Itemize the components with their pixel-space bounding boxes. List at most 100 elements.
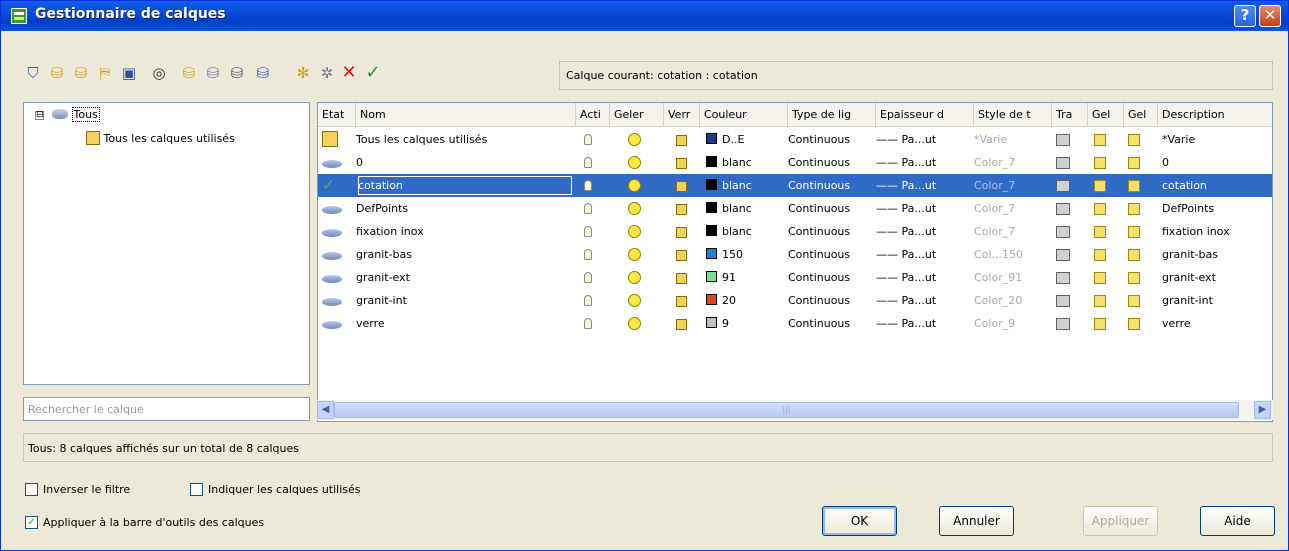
layer-plot-toggle[interactable] <box>1056 266 1080 289</box>
layer-status[interactable] <box>322 151 354 174</box>
layer-lineweight[interactable]: —— Pa...ut <box>876 312 972 335</box>
layer-vp-freeze[interactable] <box>1094 220 1116 243</box>
layer-vp-freeze[interactable] <box>1094 289 1116 312</box>
layer-description[interactable]: fixation inox <box>1162 220 1272 243</box>
layer-freeze-toggle[interactable] <box>628 312 652 335</box>
layer-newvp-freeze[interactable] <box>1128 197 1150 220</box>
layer-row[interactable]: granit-ext 91 Continuous —— Pa...ut Color_91… <box>318 266 1272 289</box>
layer-linetype[interactable]: Continuous <box>788 243 874 266</box>
layer-name[interactable]: granit-int <box>356 289 556 312</box>
layer-name[interactable]: fixation inox <box>356 220 556 243</box>
layer-plot-toggle[interactable] <box>1056 243 1080 266</box>
layer-lock-toggle[interactable] <box>676 243 696 266</box>
layer-lock-toggle[interactable] <box>676 289 696 312</box>
layer-color[interactable]: D..E <box>706 128 786 151</box>
layer-lineweight[interactable]: —— Pa...ut <box>876 128 972 151</box>
layer-row[interactable]: 0 blanc Continuous —— Pa...ut Color_7 0 <box>318 151 1272 174</box>
layer-vp-freeze[interactable] <box>1094 266 1116 289</box>
layer-freeze-toggle[interactable] <box>628 266 652 289</box>
layer-description[interactable]: 0 <box>1162 151 1272 174</box>
layer-description[interactable]: granit-ext <box>1162 266 1272 289</box>
close-button[interactable]: ✕ <box>1259 5 1281 27</box>
col-gel2[interactable]: Gel <box>1124 103 1158 127</box>
layer-color[interactable]: blanc <box>706 220 786 243</box>
layer-plot-toggle[interactable] <box>1056 220 1080 243</box>
layer-name[interactable]: Tous les calques utilisés <box>356 128 556 151</box>
layer-newvp-freeze[interactable] <box>1128 174 1150 197</box>
layer-row[interactable]: Tous les calques utilisés D..E Continuous —… <box>318 128 1272 151</box>
layer-plot-toggle[interactable] <box>1056 197 1080 220</box>
layer-color[interactable]: 150 <box>706 243 786 266</box>
apply-button[interactable]: Appliquer <box>1083 506 1158 536</box>
layer-row[interactable]: verre 9 Continuous —— Pa...ut Color_9 verre <box>318 312 1272 335</box>
layer-lock-toggle[interactable] <box>676 312 696 335</box>
col-verr[interactable]: Verr <box>664 103 700 127</box>
help-title-button[interactable]: ? <box>1234 5 1256 27</box>
layer-color[interactable]: blanc <box>706 174 786 197</box>
layer-vp-freeze[interactable] <box>1094 151 1116 174</box>
layer-description[interactable]: granit-bas <box>1162 243 1272 266</box>
layer-freeze-toggle[interactable] <box>628 128 652 151</box>
layer-vp-freeze[interactable] <box>1094 197 1116 220</box>
layer-plot-toggle[interactable] <box>1056 312 1080 335</box>
layer-linetype[interactable]: Continuous <box>788 289 874 312</box>
col-description[interactable]: Description <box>1158 103 1272 127</box>
layer-linetype[interactable]: Continuous <box>788 312 874 335</box>
new-layer-icon[interactable]: ⛁ <box>179 63 199 83</box>
layer-vp-freeze[interactable] <box>1094 128 1116 151</box>
col-geler[interactable]: Geler <box>610 103 664 127</box>
layer-vp-freeze[interactable] <box>1094 312 1116 335</box>
state-manager-icon[interactable]: ⛁ <box>71 63 91 83</box>
layer-name[interactable]: verre <box>356 312 556 335</box>
layer-color[interactable]: 91 <box>706 266 786 289</box>
layer-plot-toggle[interactable] <box>1056 128 1080 151</box>
layer-on-toggle[interactable] <box>584 174 604 197</box>
layer-lock-toggle[interactable] <box>676 197 696 220</box>
layer-status[interactable] <box>322 289 354 312</box>
layer-lock-toggle[interactable] <box>676 220 696 243</box>
layer-lineweight[interactable]: —— Pa...ut <box>876 197 972 220</box>
col-gel1[interactable]: Gel <box>1088 103 1124 127</box>
layer-description[interactable]: verre <box>1162 312 1272 335</box>
col-nom[interactable]: Nom <box>356 103 576 127</box>
layer-name[interactable]: 0 <box>356 151 556 174</box>
layer-freeze-toggle[interactable] <box>628 220 652 243</box>
layer-description[interactable]: *Varie <box>1162 128 1272 151</box>
layer-name[interactable]: granit-bas <box>356 243 556 266</box>
horizontal-scrollbar[interactable]: ◀ ||| ▶ <box>317 400 1273 420</box>
new-layer-vp-icon[interactable]: ⛿ <box>95 63 115 83</box>
find-icon[interactable]: ◎ <box>149 63 169 83</box>
layer-lineweight[interactable]: —— Pa...ut <box>876 289 972 312</box>
layer-linetype[interactable]: Continuous <box>788 174 874 197</box>
delete-layer-icon[interactable]: ⛁ <box>227 63 247 83</box>
layer-on-toggle[interactable] <box>584 266 604 289</box>
layer-lock-toggle[interactable] <box>676 128 696 151</box>
layer-newvp-freeze[interactable] <box>1128 243 1150 266</box>
layer-linetype[interactable]: Continuous <box>788 151 874 174</box>
save-icon[interactable]: ▣ <box>119 63 139 83</box>
layer-newvp-freeze[interactable] <box>1128 151 1150 174</box>
search-input[interactable]: Rechercher le calque <box>23 397 310 421</box>
layer-freeze-toggle[interactable] <box>628 151 652 174</box>
title-bar[interactable]: Gestionnaire de calques ? ✕ <box>1 1 1288 31</box>
group-filter-icon[interactable]: ⛁ <box>47 63 67 83</box>
delete-icon[interactable]: ✕ <box>339 63 359 83</box>
col-style[interactable]: Style de t <box>974 103 1052 127</box>
layer-on-toggle[interactable] <box>584 197 604 220</box>
col-couleur[interactable]: Couleur <box>700 103 788 127</box>
show-used-box[interactable] <box>190 483 203 496</box>
layer-lineweight[interactable]: —— Pa...ut <box>876 266 972 289</box>
apply-icon[interactable]: ✓ <box>363 63 383 83</box>
layer-name[interactable]: DefPoints <box>356 197 556 220</box>
scrollbar-thumb[interactable]: ||| <box>334 402 1239 418</box>
layer-on-toggle[interactable] <box>584 128 604 151</box>
layer-description[interactable]: granit-int <box>1162 289 1272 312</box>
layer-row[interactable]: granit-bas 150 Continuous —— Pa...ut Col...1… <box>318 243 1272 266</box>
layer-lock-toggle[interactable] <box>676 174 696 197</box>
layer-plot-toggle[interactable] <box>1056 174 1080 197</box>
layer-vp-freeze[interactable] <box>1094 174 1116 197</box>
layer-status[interactable] <box>322 312 354 335</box>
layer-description[interactable]: DefPoints <box>1162 197 1272 220</box>
cancel-button[interactable]: Annuler <box>939 506 1014 536</box>
layer-freeze-toggle[interactable] <box>628 174 652 197</box>
